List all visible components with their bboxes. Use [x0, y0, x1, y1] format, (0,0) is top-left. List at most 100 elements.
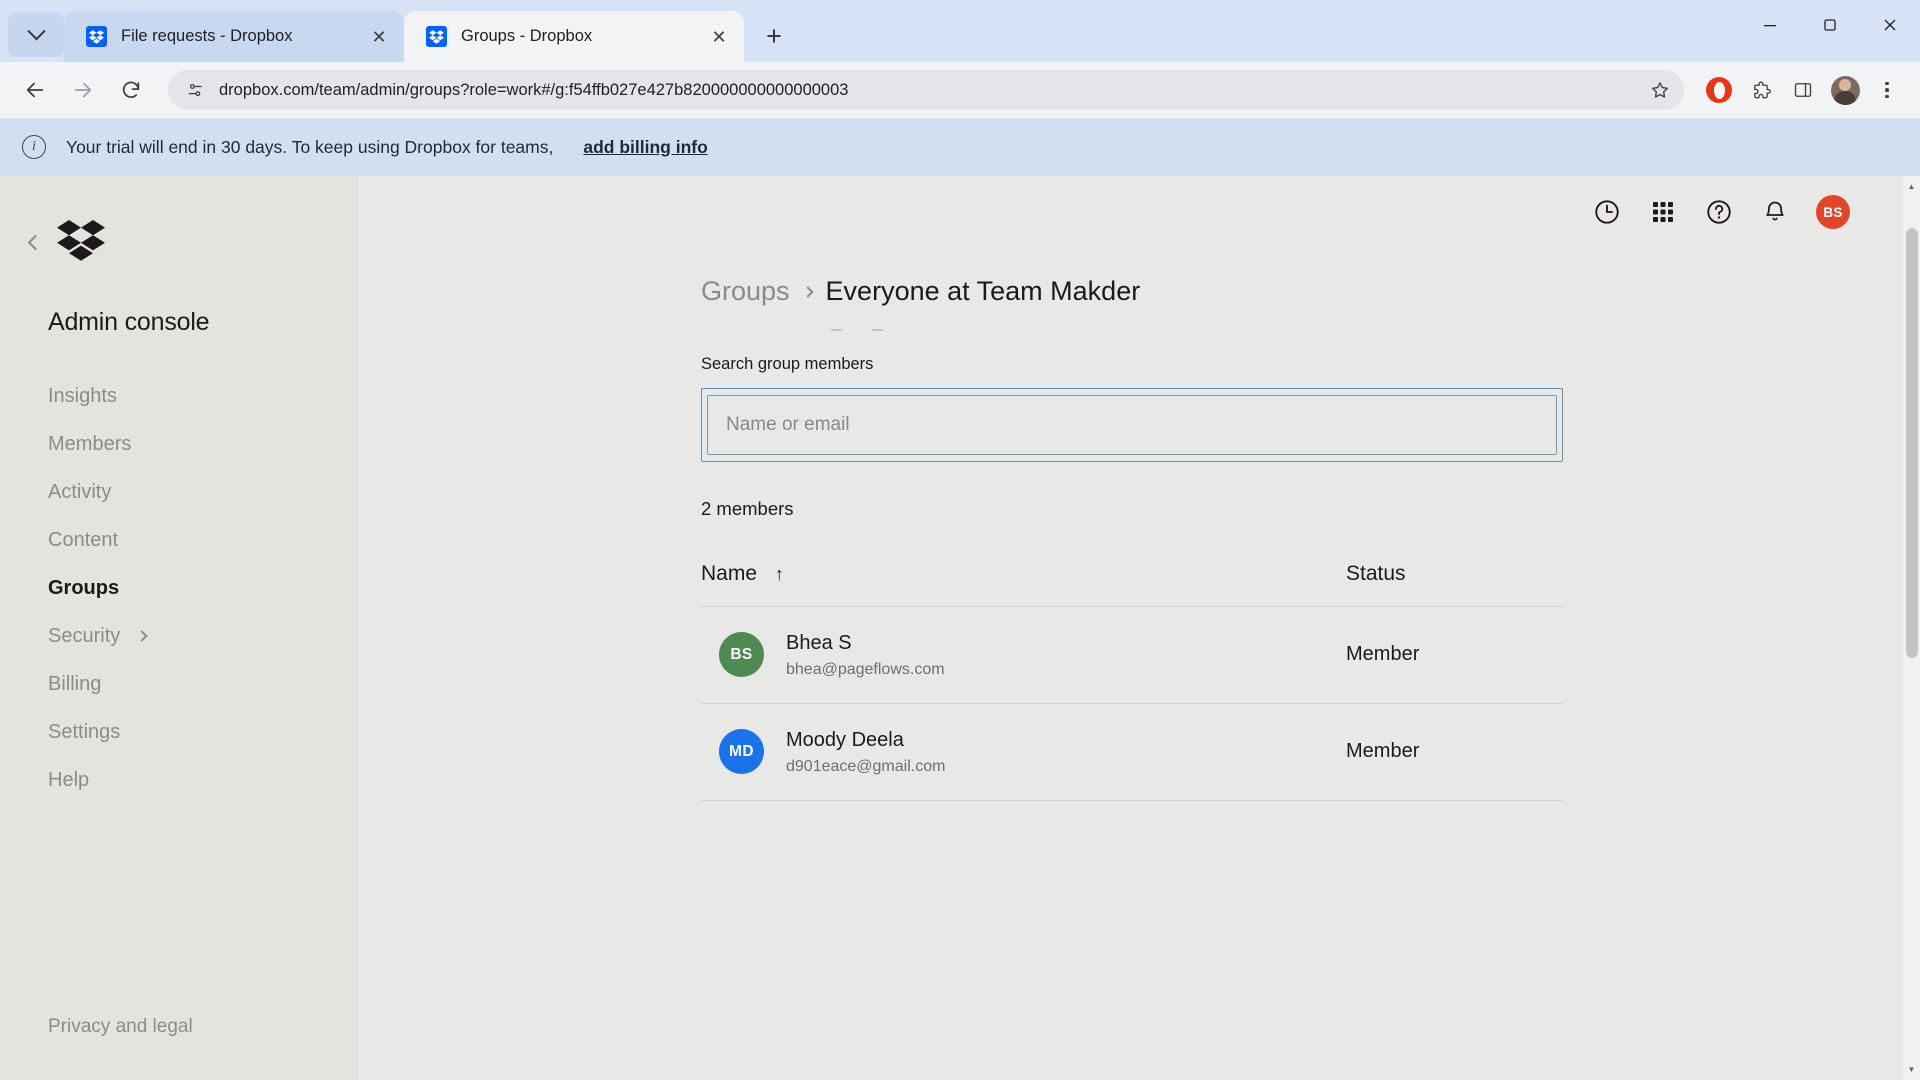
column-header-name[interactable]: Name ↑: [701, 561, 1346, 607]
sidebar-item-label: Insights: [48, 384, 117, 407]
minimize-button[interactable]: [1740, 0, 1800, 50]
column-header-name-label: Name: [701, 561, 758, 585]
info-icon: i: [22, 135, 46, 159]
sidebar-item-label: Help: [48, 768, 90, 791]
star-icon[interactable]: [1650, 80, 1670, 100]
content-area: Groups Everyone at Team Makder Search gr…: [358, 248, 1920, 801]
sidebar-item-content[interactable]: Content: [0, 516, 358, 564]
reload-icon[interactable]: [110, 69, 152, 111]
dropbox-icon: [426, 26, 447, 47]
bell-icon[interactable]: [1760, 197, 1790, 227]
url-text: dropbox.com/team/admin/groups?role=work#…: [219, 80, 849, 99]
search-input[interactable]: [726, 413, 1556, 436]
scrollbar-thumb[interactable]: [1906, 228, 1918, 658]
scroll-up-icon[interactable]: ▲: [1903, 178, 1920, 195]
tab-strip: File requests - Dropbox ✕ Groups - Dropb…: [0, 0, 1920, 62]
sidebar-item-members[interactable]: Members: [0, 420, 358, 468]
sidebar-item-help[interactable]: Help: [0, 756, 358, 804]
page-title: Admin console: [48, 308, 210, 336]
trial-banner-text: Your trial will end in 30 days. To keep …: [66, 136, 554, 157]
search-field-inner[interactable]: [707, 394, 1557, 455]
sidebar-item-settings[interactable]: Settings: [0, 708, 358, 756]
member-cell: MD Moody Deela d901eace@gmail.com: [701, 703, 1346, 801]
kebab-menu-icon[interactable]: [1868, 71, 1906, 109]
address-bar[interactable]: dropbox.com/team/admin/groups?role=work#…: [168, 70, 1684, 110]
dropbox-logo[interactable]: [57, 220, 105, 264]
member-status: Member: [1346, 703, 1563, 801]
trial-banner: i Your trial will end in 30 days. To kee…: [0, 118, 1920, 176]
member-identity: MD Moody Deela d901eace@gmail.com: [701, 726, 1346, 778]
sidebar-nav: Insights Members Activity Content Groups…: [0, 372, 358, 804]
member-status: Member: [1346, 606, 1563, 704]
main-content: BS Groups Everyone at Team Makder Search…: [358, 176, 1920, 1080]
sidebar-item-label: Billing: [48, 672, 102, 695]
breadcrumb-groups-link[interactable]: Groups: [701, 276, 790, 307]
apps-grid-icon[interactable]: [1648, 197, 1678, 227]
members-table: Name ↑ Status BS Bhea S bhea@pageflows.c…: [701, 561, 1563, 801]
sidebar-item-label: Content: [48, 528, 119, 551]
close-icon[interactable]: ✕: [706, 24, 732, 50]
clock-icon[interactable]: [1592, 197, 1622, 227]
maximize-button[interactable]: [1800, 0, 1860, 50]
column-header-status-label: Status: [1346, 561, 1406, 585]
sidebar-logo-row: [0, 206, 358, 278]
sidebar-item-label: Security: [48, 624, 121, 647]
members-count: 2 members: [701, 497, 794, 519]
site-settings-icon[interactable]: [186, 81, 205, 100]
sidebar-item-billing[interactable]: Billing: [0, 660, 358, 708]
member-name: Moody Deela: [786, 728, 904, 751]
avatar: BS: [719, 632, 764, 678]
side-panel-icon[interactable]: [1784, 71, 1822, 109]
back-icon[interactable]: [14, 69, 56, 111]
sidebar-item-label: Members: [48, 432, 132, 455]
avatar: MD: [719, 729, 764, 775]
member-name: Bhea S: [786, 631, 852, 654]
chevron-right-icon: [136, 630, 148, 642]
member-email: bhea@pageflows.com: [786, 660, 945, 678]
breadcrumb-current: Everyone at Team Makder: [825, 276, 1141, 306]
browser-tab-groups[interactable]: Groups - Dropbox ✕: [404, 11, 744, 62]
page-body: Admin console Insights Members Activity …: [0, 176, 1920, 1080]
browser-tab-file-requests[interactable]: File requests - Dropbox ✕: [64, 11, 404, 62]
decorative-dashes: [831, 329, 1920, 331]
new-tab-button[interactable]: +: [754, 16, 794, 56]
tab-title: Groups - Dropbox: [461, 27, 593, 45]
add-billing-info-link[interactable]: add billing info: [583, 137, 707, 158]
close-window-button[interactable]: [1860, 0, 1920, 50]
sidebar-item-label: Activity: [48, 480, 112, 503]
sidebar-item-security[interactable]: Security: [0, 612, 358, 660]
browser-window: File requests - Dropbox ✕ Groups - Dropb…: [0, 0, 1920, 1080]
toolbar-right-icons: [1700, 71, 1906, 109]
help-icon[interactable]: [1704, 197, 1734, 227]
browser-toolbar: dropbox.com/team/admin/groups?role=work#…: [0, 62, 1920, 118]
tab-search-button[interactable]: [8, 13, 64, 57]
opera-icon[interactable]: [1700, 71, 1738, 109]
sidebar-item-activity[interactable]: Activity: [0, 468, 358, 516]
vertical-scrollbar[interactable]: ▲ ▼: [1903, 176, 1920, 1080]
sidebar-item-insights[interactable]: Insights: [0, 372, 358, 420]
close-icon[interactable]: ✕: [366, 24, 392, 50]
chevron-right-icon: [801, 285, 814, 298]
top-bar: BS: [358, 176, 1920, 248]
forward-icon[interactable]: [62, 69, 104, 111]
dropbox-icon: [86, 26, 107, 47]
user-avatar[interactable]: BS: [1816, 195, 1850, 229]
tab-title: File requests - Dropbox: [121, 27, 293, 45]
sidebar-item-label: Groups: [48, 576, 120, 599]
table-header-row: Name ↑ Status: [701, 561, 1563, 607]
search-label: Search group members: [701, 354, 874, 373]
profile-avatar[interactable]: [1826, 71, 1864, 109]
table-row[interactable]: BS Bhea S bhea@pageflows.com Member: [701, 606, 1563, 704]
scroll-down-icon[interactable]: ▼: [1903, 1061, 1920, 1078]
sidebar-item-groups[interactable]: Groups: [0, 564, 358, 612]
column-header-status[interactable]: Status: [1346, 561, 1563, 607]
privacy-and-legal-link[interactable]: Privacy and legal: [0, 1016, 358, 1080]
table-row[interactable]: MD Moody Deela d901eace@gmail.com Member: [701, 703, 1563, 801]
search-field-wrapper[interactable]: [701, 387, 1563, 462]
chevron-left-icon[interactable]: [27, 234, 44, 250]
chevron-down-icon: [26, 21, 46, 40]
breadcrumb: Groups Everyone at Team Makder: [701, 276, 1920, 307]
window-controls: [1740, 0, 1920, 50]
extensions-icon[interactable]: [1742, 71, 1780, 109]
sidebar-item-label: Settings: [48, 720, 121, 743]
